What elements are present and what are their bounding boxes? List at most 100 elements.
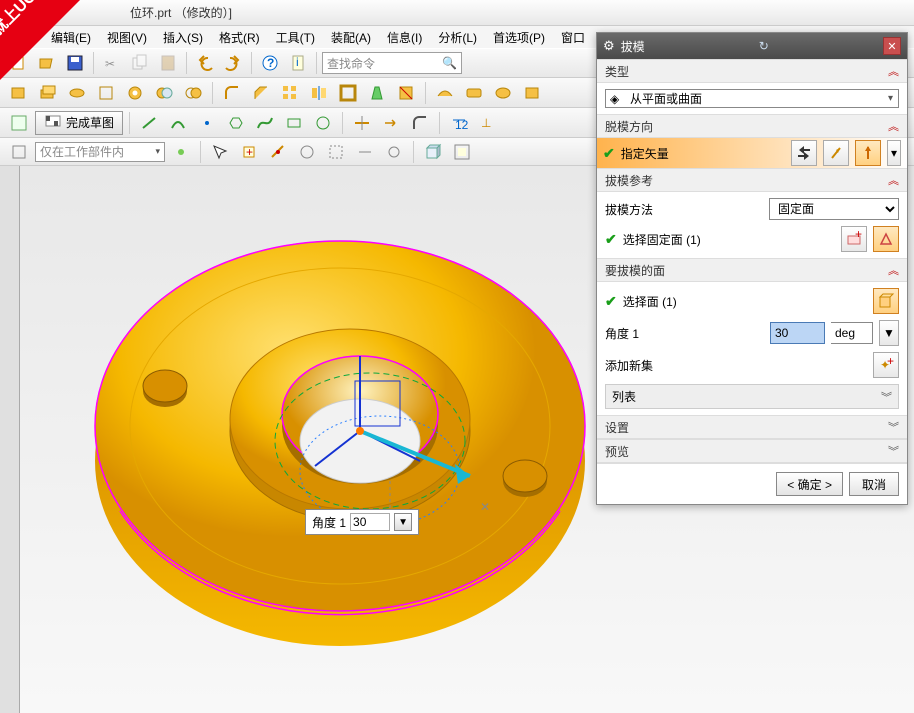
plane-dialog-icon[interactable]: + — [841, 226, 867, 252]
ok-button[interactable]: < 确定 > — [776, 472, 843, 496]
section-reference-label: 拔模参考 — [605, 172, 653, 189]
sel-mode1-icon[interactable] — [168, 139, 194, 165]
sk-spline-icon[interactable] — [252, 110, 278, 136]
section-direction-header[interactable]: 脱模方向 ︽ — [597, 114, 907, 138]
method-select[interactable]: 固定面 — [769, 198, 899, 220]
finish-sketch-label: 完成草图 — [66, 114, 114, 131]
angle-anno-dropdown[interactable]: ▼ — [394, 513, 412, 531]
offset-icon[interactable] — [393, 80, 419, 106]
section-faces-header[interactable]: 要拔模的面 ︽ — [597, 258, 907, 282]
list-header[interactable]: 列表 ︾ — [605, 384, 899, 409]
sk-dim-icon[interactable]: 12 — [446, 110, 472, 136]
info-icon[interactable]: i — [285, 50, 311, 76]
sheet3-icon[interactable] — [490, 80, 516, 106]
sk-line-icon[interactable] — [136, 110, 162, 136]
cancel-button[interactable]: 取消 — [849, 472, 899, 496]
vector-menu-icon[interactable]: ▾ — [887, 140, 901, 166]
reverse-vector-icon[interactable] — [791, 140, 817, 166]
section-type-header[interactable]: 类型 ︽ — [597, 59, 907, 83]
command-search[interactable]: 查找命令 🔍 — [322, 52, 462, 74]
extrude-icon[interactable] — [35, 80, 61, 106]
sel-mode2-icon[interactable] — [207, 139, 233, 165]
method-label: 拔模方法 — [605, 201, 653, 218]
menu-preferences[interactable]: 首选项(P) — [487, 27, 551, 48]
angle-anno-input[interactable] — [350, 513, 390, 531]
sk-extend-icon[interactable] — [378, 110, 404, 136]
sk-fillet-icon[interactable] — [407, 110, 433, 136]
sel-filter-icon[interactable] — [6, 139, 32, 165]
face-select-icon[interactable] — [873, 288, 899, 314]
resource-bar[interactable] — [0, 166, 20, 713]
stationary-face-icon[interactable] — [873, 226, 899, 252]
fillet-icon[interactable] — [219, 80, 245, 106]
vector-constructor-icon[interactable] — [823, 140, 849, 166]
add-set-icon[interactable]: ✦+ — [873, 352, 899, 378]
sk-poly-icon[interactable] — [223, 110, 249, 136]
sel-mode7-icon[interactable] — [352, 139, 378, 165]
sel-mode4-icon[interactable] — [265, 139, 291, 165]
mirror-icon[interactable] — [306, 80, 332, 106]
save-icon[interactable] — [62, 50, 88, 76]
sk-rect-icon[interactable] — [281, 110, 307, 136]
menu-assembly[interactable]: 装配(A) — [325, 27, 377, 48]
menu-tools[interactable]: 工具(T) — [270, 27, 321, 48]
paste-icon[interactable] — [155, 50, 181, 76]
sk-trim-icon[interactable] — [349, 110, 375, 136]
sheet1-icon[interactable] — [432, 80, 458, 106]
dialog-titlebar[interactable]: ⚙ 拔模 ↻ ✕ — [597, 33, 907, 59]
redo-icon[interactable] — [220, 50, 246, 76]
sel-mode8-icon[interactable] — [381, 139, 407, 165]
feature4-icon[interactable] — [93, 80, 119, 106]
section-preview-header[interactable]: 预览 ︾ — [597, 439, 907, 463]
open-icon[interactable] — [34, 50, 60, 76]
bool-int-icon[interactable] — [180, 80, 206, 106]
draft-green-icon[interactable] — [364, 80, 390, 106]
angle-dropdown-icon[interactable]: ▼ — [879, 320, 899, 346]
menu-window[interactable]: 窗口 — [555, 27, 591, 48]
sk-arc-icon[interactable] — [165, 110, 191, 136]
part-3d-view[interactable]: ✕ — [60, 181, 600, 701]
sheet2-icon[interactable] — [461, 80, 487, 106]
section-reference-header[interactable]: 拔模参考 ︽ — [597, 168, 907, 192]
shell-icon[interactable] — [335, 80, 361, 106]
view-cube-icon[interactable] — [420, 139, 446, 165]
sel-mode6-icon[interactable] — [323, 139, 349, 165]
inferred-vector-icon[interactable] — [855, 140, 881, 166]
menu-edit[interactable]: 编辑(E) — [45, 27, 97, 48]
copy-icon[interactable] — [127, 50, 153, 76]
sel-mode3-icon[interactable]: + — [236, 139, 262, 165]
angle-annotation[interactable]: 角度 1 ▼ — [305, 509, 419, 535]
revolve-icon[interactable] — [64, 80, 90, 106]
sk-constraint-icon[interactable]: ⊥ — [475, 110, 501, 136]
chevron-up-icon: ︽ — [888, 262, 899, 278]
menu-view[interactable]: 视图(V) — [101, 27, 153, 48]
sel-mode5-icon[interactable] — [294, 139, 320, 165]
section-settings-header[interactable]: 设置 ︾ — [597, 415, 907, 439]
bool-sub-icon[interactable] — [151, 80, 177, 106]
angle-input[interactable] — [770, 322, 825, 344]
work-part-filter[interactable]: 仅在工作部件内 — [35, 142, 165, 162]
sk-point-icon[interactable] — [194, 110, 220, 136]
menu-insert[interactable]: 插入(S) — [157, 27, 209, 48]
undo-icon[interactable] — [192, 50, 218, 76]
dialog-reset-icon[interactable]: ↻ — [755, 37, 773, 55]
chamfer-icon[interactable] — [248, 80, 274, 106]
menu-format[interactable]: 格式(R) — [213, 27, 266, 48]
dialog-icon: ⚙ — [603, 38, 615, 54]
type-select[interactable]: ◈ 从平面或曲面 — [605, 89, 899, 108]
pattern-icon[interactable] — [277, 80, 303, 106]
cut-icon[interactable]: ✂ — [99, 50, 125, 76]
new-icon[interactable] — [6, 50, 32, 76]
block-icon[interactable] — [6, 80, 32, 106]
menu-info[interactable]: 信息(I) — [381, 27, 428, 48]
hole-icon[interactable] — [122, 80, 148, 106]
sheet4-icon[interactable] — [519, 80, 545, 106]
dialog-close-icon[interactable]: ✕ — [883, 37, 901, 55]
angle-unit[interactable] — [831, 322, 873, 344]
view-fit-icon[interactable] — [449, 139, 475, 165]
sketch-icon[interactable] — [6, 110, 32, 136]
sk-circ-icon[interactable] — [310, 110, 336, 136]
menu-analysis[interactable]: 分析(L) — [432, 27, 483, 48]
finish-sketch-button[interactable]: 完成草图 — [35, 111, 123, 135]
help-icon[interactable]: ? — [257, 50, 283, 76]
